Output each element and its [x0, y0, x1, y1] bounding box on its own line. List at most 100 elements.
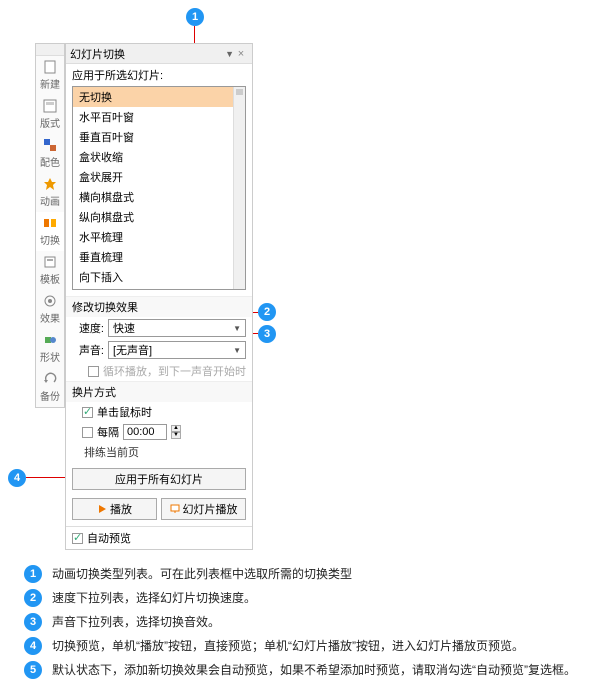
slideshow-icon [170, 504, 180, 514]
sidebar-collapse[interactable] [36, 44, 64, 56]
rehearse-link[interactable]: 排练当前页 [66, 442, 252, 464]
legend-text-3: 声音下拉列表，选择切换音效。 [52, 613, 576, 631]
sidebar-label: 备份 [40, 388, 60, 403]
panel-header: 幻灯片切换 ▼ × [66, 44, 252, 64]
sound-combo[interactable]: [无声音] ▼ [108, 341, 246, 359]
sound-value: [无声音] [113, 342, 233, 358]
auto-preview-row: 自动预览 [66, 526, 252, 549]
callout-3: 3 [258, 325, 276, 343]
sidebar: 新建 版式 配色 动画 切换 模板 效果 形状 备份 [35, 43, 65, 408]
shape-icon [43, 333, 57, 347]
loop-label: 循环播放，到下一声音开始时 [103, 363, 246, 379]
advance-title: 换片方式 [66, 381, 252, 402]
list-item[interactable]: 向下插入 [73, 267, 245, 287]
list-item[interactable]: 向左插入 [73, 287, 245, 289]
scroll-thumb[interactable] [236, 89, 243, 95]
sidebar-label: 效果 [40, 310, 60, 325]
loop-row: 循环播放，到下一声音开始时 [66, 361, 252, 381]
legend: 1 动画切换类型列表。可在此列表框中选取所需的切换类型 2 速度下拉列表，选择幻灯片… [24, 565, 576, 685]
modify-title: 修改切换效果 [66, 296, 252, 317]
play-label: 播放 [110, 501, 132, 517]
speed-label: 速度: [72, 320, 104, 336]
list-item[interactable]: 垂直百叶窗 [73, 127, 245, 147]
list-item[interactable]: 盒状展开 [73, 167, 245, 187]
list-item[interactable]: 盒状收缩 [73, 147, 245, 167]
sidebar-label: 动画 [40, 193, 60, 208]
legend-num-1: 1 [24, 565, 42, 583]
onclick-label: 单击鼠标时 [97, 404, 152, 420]
sound-row: 声音: [无声音] ▼ [66, 339, 252, 361]
legend-num-3: 3 [24, 613, 42, 631]
backup-icon [43, 372, 57, 386]
anim-icon [43, 177, 57, 191]
speed-value: 快速 [113, 320, 233, 336]
list-item[interactable]: 水平梳理 [73, 227, 245, 247]
transition-icon [43, 216, 57, 230]
chevron-down-icon: ▼ [233, 346, 241, 355]
slideshow-button[interactable]: 幻灯片播放 [161, 498, 246, 520]
callout-2: 2 [258, 303, 276, 321]
play-icon [97, 504, 107, 514]
every-checkbox[interactable] [82, 427, 93, 438]
speed-row: 速度: 快速 ▼ [66, 317, 252, 339]
sidebar-item-shape[interactable]: 形状 [36, 329, 64, 368]
template-icon [43, 255, 57, 269]
sidebar-item-transition[interactable]: 切换 [36, 212, 64, 251]
legend-num-4: 4 [24, 637, 42, 655]
layout-icon [43, 99, 57, 113]
apply-all-button[interactable]: 应用于所有幻灯片 [72, 468, 246, 490]
sidebar-item-layout[interactable]: 版式 [36, 95, 64, 134]
panel-title: 幻灯片切换 [70, 46, 222, 62]
sidebar-item-backup[interactable]: 备份 [36, 368, 64, 407]
scrollbar[interactable] [233, 87, 245, 289]
new-icon [43, 60, 57, 74]
transition-listbox[interactable]: 无切换 水平百叶窗 垂直百叶窗 盒状收缩 盒状展开 横向棋盘式 纵向棋盘式 水平… [72, 86, 246, 290]
effect-icon [43, 294, 57, 308]
onclick-checkbox[interactable] [82, 407, 93, 418]
sidebar-item-template[interactable]: 模板 [36, 251, 64, 290]
every-row: 每隔 ▲▼ [66, 422, 252, 442]
legend-text-4: 切换预览，单机“播放”按钮，直接预览；单机“幻灯片播放”按钮，进入幻灯片播放页预… [52, 637, 576, 655]
legend-text-2: 速度下拉列表，选择幻灯片切换速度。 [52, 589, 576, 607]
spin-up-icon[interactable]: ▲ [171, 425, 181, 432]
list-inner: 无切换 水平百叶窗 垂直百叶窗 盒状收缩 盒状展开 横向棋盘式 纵向棋盘式 水平… [73, 87, 245, 289]
sidebar-label: 新建 [40, 76, 60, 91]
spin-down-icon[interactable]: ▼ [171, 432, 181, 439]
speed-combo[interactable]: 快速 ▼ [108, 319, 246, 337]
sidebar-item-anim[interactable]: 动画 [36, 173, 64, 212]
chevron-down-icon[interactable]: ▼ [225, 49, 234, 59]
color-icon [43, 138, 57, 152]
auto-preview-label: 自动预览 [87, 530, 131, 546]
sidebar-label: 版式 [40, 115, 60, 130]
auto-preview-checkbox[interactable] [72, 533, 83, 544]
list-item[interactable]: 无切换 [73, 87, 245, 107]
sound-label: 声音: [72, 342, 104, 358]
sidebar-label: 模板 [40, 271, 60, 286]
chevron-down-icon: ▼ [233, 324, 241, 333]
time-spinner[interactable]: ▲▼ [171, 425, 181, 439]
sidebar-item-effect[interactable]: 效果 [36, 290, 64, 329]
onclick-row: 单击鼠标时 [66, 402, 252, 422]
list-item[interactable]: 垂直梳理 [73, 247, 245, 267]
legend-num-2: 2 [24, 589, 42, 607]
callout-1: 1 [186, 8, 204, 26]
apply-to-label: 应用于所选幻灯片: [66, 64, 252, 86]
list-item[interactable]: 纵向棋盘式 [73, 207, 245, 227]
loop-checkbox[interactable] [88, 366, 99, 377]
sidebar-item-color[interactable]: 配色 [36, 134, 64, 173]
every-time-input[interactable] [123, 424, 167, 440]
legend-num-5: 5 [24, 661, 42, 679]
sidebar-label: 配色 [40, 154, 60, 169]
apply-all-label: 应用于所有幻灯片 [115, 471, 203, 487]
list-item[interactable]: 横向棋盘式 [73, 187, 245, 207]
legend-text-1: 动画切换类型列表。可在此列表框中选取所需的切换类型 [52, 565, 576, 583]
sidebar-label: 形状 [40, 349, 60, 364]
sidebar-item-new[interactable]: 新建 [36, 56, 64, 95]
slideshow-label: 幻灯片播放 [183, 501, 238, 517]
legend-text-5: 默认状态下，添加新切换效果会自动预览，如果不希望添加时预览，请取消勾选“自动预览… [52, 661, 576, 679]
list-item[interactable]: 水平百叶窗 [73, 107, 245, 127]
play-button[interactable]: 播放 [72, 498, 157, 520]
close-icon[interactable]: × [234, 48, 248, 60]
callout-4: 4 [8, 469, 26, 487]
every-label: 每隔 [97, 424, 119, 440]
